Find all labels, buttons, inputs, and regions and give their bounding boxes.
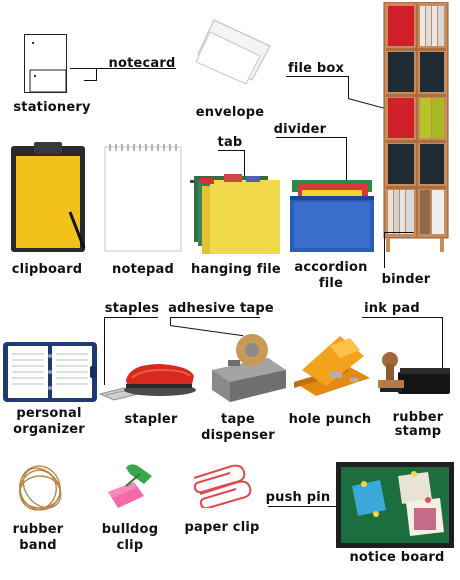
paper-clip-illustration xyxy=(188,460,256,510)
bulldog-clip-label-line1: bulldog xyxy=(101,522,159,537)
tape-dispenser-illustration xyxy=(208,330,288,406)
rubber-stamp-illustration xyxy=(376,350,450,396)
bulldog-clip-illustration xyxy=(104,462,158,514)
rubber-band-illustration xyxy=(14,462,66,516)
notice-board-illustration xyxy=(336,462,454,548)
envelope-label: envelope xyxy=(195,105,265,120)
bulldog-clip-label-line2: clip xyxy=(116,538,144,553)
accordion-file-illustration xyxy=(288,176,376,252)
push-pin-label: push pin xyxy=(265,490,331,505)
personal-organizer-illustration xyxy=(2,340,98,404)
binder-label: binder xyxy=(381,272,431,287)
hole-punch-label: hole punch xyxy=(288,412,372,427)
rubber-stamp-label-line1: rubber xyxy=(392,410,444,425)
stapler-illustration xyxy=(120,354,198,398)
notepad-illustration xyxy=(104,142,182,252)
accordion-file-label-line2: file xyxy=(318,276,344,291)
hanging-file-label: hanging file xyxy=(191,262,281,277)
tape-dispenser-label-line1: tape xyxy=(221,412,255,427)
file-box-shelf-illustration xyxy=(382,1,452,252)
personal-organizer-label-line2: organizer xyxy=(13,422,85,437)
notice-board-label: notice board xyxy=(349,550,445,565)
tab-label: tab xyxy=(217,135,243,150)
accordion-file-label-line1: accordion xyxy=(294,260,368,275)
envelope-illustration xyxy=(195,18,276,98)
tape-dispenser-label-line2: dispenser xyxy=(201,428,275,443)
notecard-label: notecard xyxy=(108,56,176,71)
ink-pad-label: ink pad xyxy=(364,301,420,316)
paper-clip-label: paper clip xyxy=(184,520,260,535)
rubber-band-label-line2: band xyxy=(19,538,57,553)
divider-label: divider xyxy=(273,122,327,137)
office-supplies-chart: { "labels": { "stationery": "stationery"… xyxy=(0,0,460,580)
file-box-label: file box xyxy=(288,61,345,76)
personal-organizer-label-line1: personal xyxy=(16,406,82,421)
stationery-illustration xyxy=(24,34,74,96)
stationery-label: stationery xyxy=(13,100,91,115)
hole-punch-illustration xyxy=(290,332,374,402)
clipboard-label: clipboard xyxy=(11,262,83,277)
stapler-label: stapler xyxy=(124,412,178,427)
rubber-band-label-line1: rubber xyxy=(12,522,64,537)
notepad-label: notepad xyxy=(111,262,174,277)
clipboard-illustration xyxy=(10,142,88,254)
hanging-file-illustration xyxy=(190,172,280,256)
staples-label: staples xyxy=(104,301,160,316)
adhesive-tape-label: adhesive tape xyxy=(168,301,274,316)
rubber-stamp-label-line2: stamp xyxy=(394,424,442,439)
